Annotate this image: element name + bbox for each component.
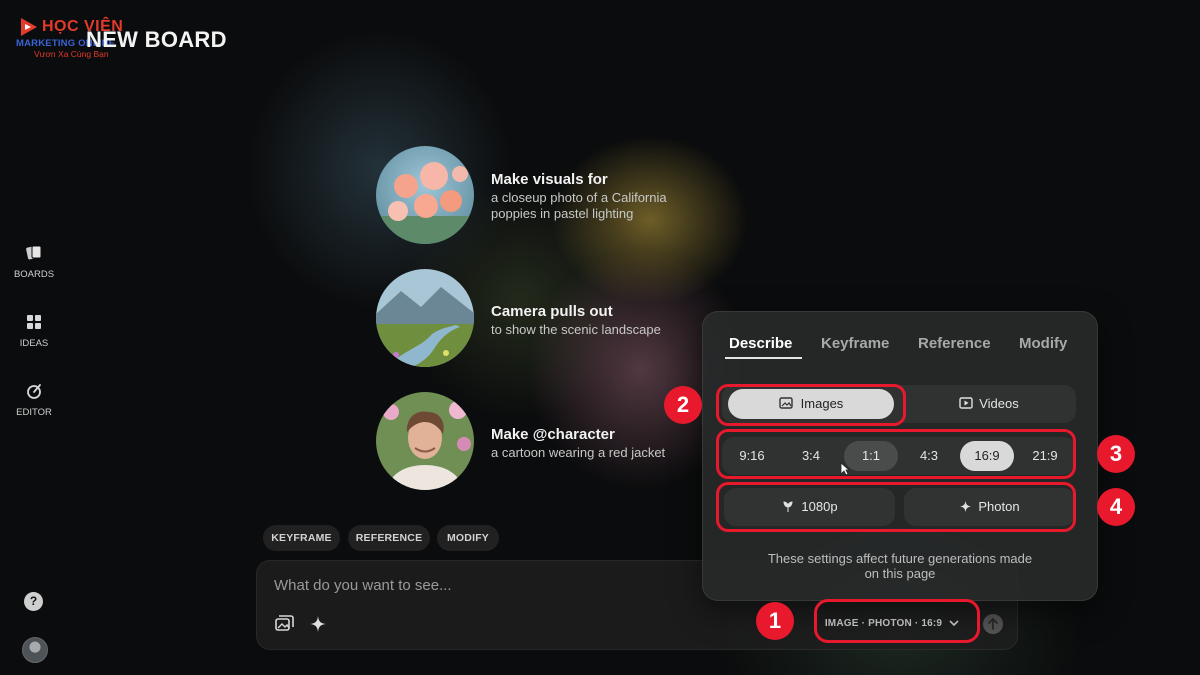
settings-note: These settings affect future generations… — [767, 551, 1033, 581]
avatar[interactable] — [22, 637, 48, 663]
sidebar-item-label: EDITOR — [16, 407, 52, 418]
tab-modify[interactable]: Modify — [1019, 335, 1067, 352]
board-title[interactable]: NEW BOARD — [86, 27, 227, 53]
suggestion-card[interactable]: Camera pulls out to show the scenic land… — [376, 269, 716, 369]
image-upload-icon[interactable] — [273, 613, 295, 635]
chip-modify[interactable]: MODIFY — [437, 525, 499, 551]
character-thumbnail — [376, 392, 474, 490]
sidebar-item-boards[interactable]: BOARDS — [8, 243, 60, 280]
chip-reference[interactable]: REFERENCE — [348, 525, 430, 551]
videos-button[interactable]: Videos — [906, 389, 1072, 419]
ideas-icon — [27, 315, 41, 329]
landscape-thumbnail — [376, 269, 474, 367]
tab-describe[interactable]: Describe — [729, 335, 792, 352]
tab-keyframe[interactable]: Keyframe — [821, 335, 889, 352]
sidebar-item-label: IDEAS — [19, 338, 49, 349]
suggestion-title: Make visuals for — [491, 171, 608, 188]
videos-label: Videos — [979, 396, 1019, 411]
sidebar-item-label: BOARDS — [13, 269, 55, 280]
annotation-badge-4: 4 — [1097, 488, 1135, 526]
highlight-media-type — [716, 384, 906, 426]
video-icon — [959, 397, 973, 409]
highlight-aspect-ratio — [716, 429, 1076, 479]
tab-reference[interactable]: Reference — [918, 335, 991, 352]
suggestion-description: a cartoon wearing a red jacket — [491, 445, 666, 460]
chip-keyframe[interactable]: KEYFRAME — [263, 525, 340, 551]
suggestion-title: Make @character — [491, 426, 615, 443]
help-button[interactable]: ? — [24, 592, 43, 611]
sidebar-item-editor[interactable]: EDITOR — [8, 381, 60, 418]
annotation-badge-1: 1 — [756, 602, 794, 640]
poppies-thumbnail — [376, 146, 474, 244]
annotation-badge-2: 2 — [664, 386, 702, 424]
highlight-settings-pill — [814, 599, 980, 643]
suggestion-title: Camera pulls out — [491, 303, 613, 320]
arrow-up-icon — [988, 617, 998, 630]
sidebar-item-ideas[interactable]: IDEAS — [8, 312, 60, 349]
suggestion-description: to show the scenic landscape — [491, 322, 661, 337]
highlight-resolution-model — [716, 482, 1076, 532]
send-button[interactable] — [983, 614, 1003, 634]
editor-icon — [27, 384, 41, 399]
play-logo-icon — [21, 18, 37, 36]
sparkle-icon[interactable] — [307, 613, 329, 635]
boards-icon — [26, 245, 42, 260]
suggestion-description: a closeup photo of a California poppies … — [491, 190, 667, 221]
suggestion-card[interactable]: Make visuals for a closeup photo of a Ca… — [376, 146, 716, 246]
active-tab-indicator — [725, 357, 802, 359]
annotation-badge-3: 3 — [1097, 435, 1135, 473]
prompt-input[interactable] — [272, 573, 776, 597]
